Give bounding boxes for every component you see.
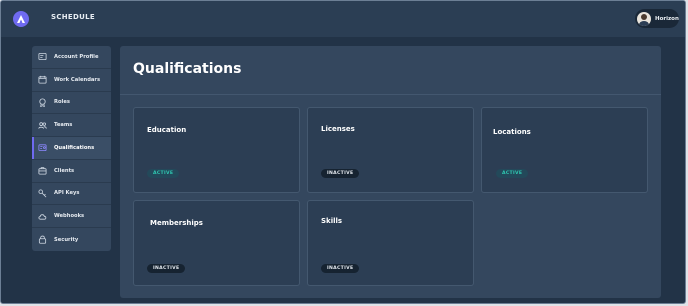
avatar xyxy=(637,11,651,26)
lock-icon xyxy=(38,235,47,244)
divider xyxy=(120,94,661,95)
user-menu-button[interactable]: Horizon xyxy=(635,9,679,28)
sidebar-item-work-calendars[interactable]: Work Calendars xyxy=(32,69,111,92)
top-bar: SCHEDULE Horizon xyxy=(1,1,685,37)
briefcase-icon xyxy=(38,166,47,175)
sidebar-item-qualifications[interactable]: Qualifications xyxy=(32,137,111,160)
qualification-card-education[interactable]: Education ACTIVE xyxy=(133,107,300,193)
status-badge: ACTIVE xyxy=(496,169,529,178)
status-badge: INACTIVE xyxy=(321,264,360,273)
qualification-card-licenses[interactable]: Licenses INACTIVE xyxy=(307,107,474,193)
sidebar-item-label: Account Profile xyxy=(54,53,99,60)
sidebar-item-api-keys[interactable]: API Keys xyxy=(32,183,111,206)
sidebar-item-label: Roles xyxy=(54,99,70,106)
card-title: Licenses xyxy=(321,125,355,133)
sidebar-item-webhooks[interactable]: Webhooks xyxy=(32,205,111,229)
qualifications-icon xyxy=(38,143,47,152)
sidebar-item-label: Qualifications xyxy=(54,144,95,151)
sidebar-item-label: Clients xyxy=(54,167,75,174)
qualification-card-memberships[interactable]: Memberships INACTIVE xyxy=(133,200,300,286)
card-title: Education xyxy=(147,126,187,134)
calendar-icon xyxy=(38,75,47,84)
page-title: Qualifications xyxy=(133,61,242,77)
user-name: Horizon xyxy=(655,15,679,22)
app-logo-icon[interactable] xyxy=(13,11,29,27)
teams-icon xyxy=(38,121,47,130)
sidebar-item-label: Work Calendars xyxy=(54,76,101,83)
status-badge: ACTIVE xyxy=(147,169,180,178)
profile-icon xyxy=(38,52,47,61)
sidebar-item-label: Webhooks xyxy=(54,213,85,220)
card-title: Memberships xyxy=(150,219,203,227)
sidebar-item-clients[interactable]: Clients xyxy=(32,160,111,183)
app-window: SCHEDULE Horizon Account Profile Work Ca… xyxy=(0,0,686,304)
card-title: Locations xyxy=(493,128,531,136)
card-title: Skills xyxy=(321,217,343,225)
qualification-card-locations[interactable]: Locations ACTIVE xyxy=(481,107,648,193)
sidebar-item-account-profile[interactable]: Account Profile xyxy=(32,46,111,69)
sidebar-item-roles[interactable]: Roles xyxy=(32,92,111,115)
status-badge: INACTIVE xyxy=(321,169,360,178)
settings-sidebar: Account Profile Work Calendars Roles Tea… xyxy=(32,46,111,251)
key-icon xyxy=(38,189,47,198)
status-badge: INACTIVE xyxy=(147,264,186,273)
cloud-icon xyxy=(38,212,47,221)
sidebar-item-label: Teams xyxy=(54,122,73,129)
sidebar-item-teams[interactable]: Teams xyxy=(32,114,111,138)
qualification-card-skills[interactable]: Skills INACTIVE xyxy=(307,200,474,286)
role-icon xyxy=(38,98,47,107)
sidebar-item-security[interactable]: Security xyxy=(32,228,111,251)
app-title: SCHEDULE xyxy=(51,13,95,21)
sidebar-item-label: API Keys xyxy=(54,190,80,197)
qualifications-panel: Qualifications Education ACTIVE Licenses… xyxy=(120,46,661,298)
sidebar-item-label: Security xyxy=(54,236,79,243)
